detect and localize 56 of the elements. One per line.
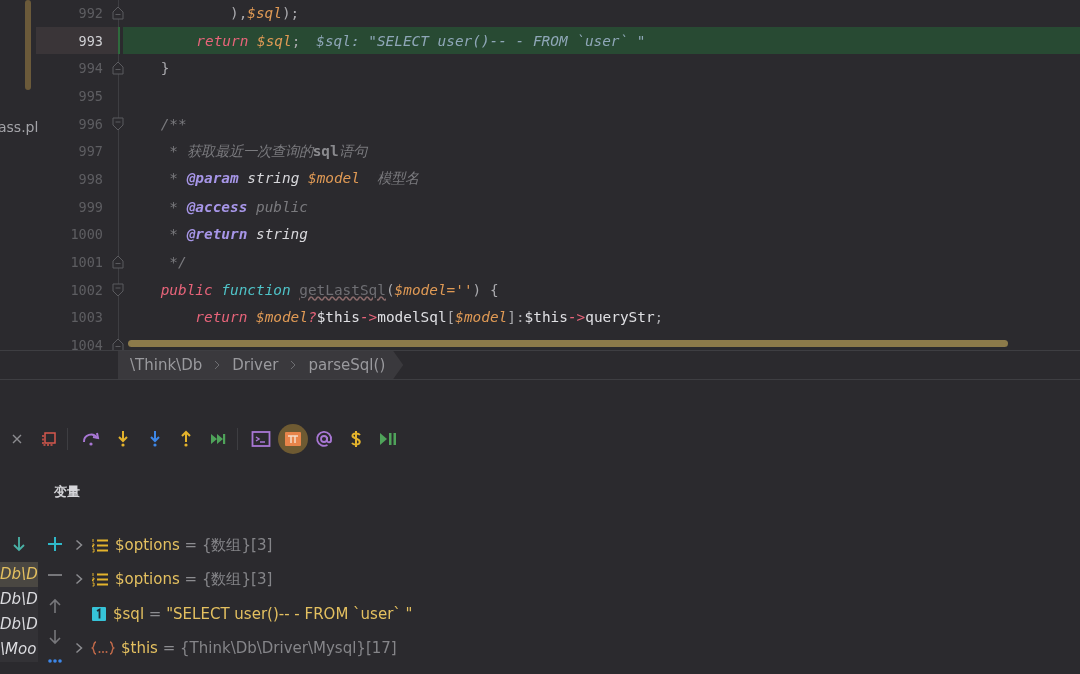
expand-chevron-icon[interactable]	[75, 642, 83, 655]
code-line: * @access public	[168, 198, 308, 215]
arrow-down-icon[interactable]	[12, 536, 26, 552]
pi-button[interactable]	[277, 424, 308, 454]
primitive-icon	[91, 605, 107, 622]
breadcrumb-item[interactable]: parseSql()	[308, 356, 386, 374]
code-line: return $sql;	[195, 32, 301, 49]
code-line: * 获取最近一次查询的sql语句	[168, 141, 367, 161]
fold-icon[interactable]	[112, 61, 124, 76]
scrollbar-thumb[interactable]	[25, 0, 31, 90]
variable-entry[interactable]: $this = {Think\Db\Driver\Mysql}[17]	[121, 639, 397, 658]
stack-frame[interactable]: \Moo	[0, 637, 38, 662]
chevron-icon	[214, 360, 221, 370]
breadcrumb-item[interactable]: \Think\Db	[130, 356, 203, 374]
fold-icon[interactable]	[112, 116, 124, 131]
pi-icon	[282, 430, 303, 448]
expand-chevron-icon[interactable]	[75, 539, 83, 552]
arrow-down-icon[interactable]	[48, 629, 62, 645]
scrollbar-thumb[interactable]	[128, 340, 1008, 347]
code-line: * @return string	[168, 226, 308, 243]
variable-entry[interactable]: $sql = "SELECT user()-- - FROM `user` "	[113, 604, 413, 623]
code-line: */	[168, 254, 187, 271]
variable-entry[interactable]: $options = {数组}[3]	[115, 569, 273, 589]
panel-title[interactable]: 变量	[54, 483, 80, 501]
fast-forward-icon	[209, 432, 228, 446]
dollar-icon	[348, 430, 363, 448]
fold-icon[interactable]	[112, 282, 124, 297]
fold-icon[interactable]	[112, 255, 124, 270]
layers-icon	[39, 430, 58, 448]
stack-frame[interactable]: Db\D	[0, 612, 38, 637]
expand-chevron-icon[interactable]	[75, 573, 83, 586]
arrow-up-icon[interactable]	[48, 598, 62, 614]
curved-arrow-icon	[81, 431, 102, 447]
stack-frame[interactable]: Db\D	[0, 562, 38, 587]
line-number: 993	[36, 26, 118, 55]
code-line: return $model?$this->modelSql[$model]:$this->queryStr;	[194, 309, 664, 326]
chevron-icon	[290, 360, 297, 370]
fold-icon[interactable]	[112, 338, 124, 350]
code-line: * @param string $model 模型名	[168, 169, 420, 189]
stack-frame[interactable]: Db\D	[0, 587, 38, 612]
play-pause-icon	[377, 432, 398, 446]
add-icon[interactable]	[47, 536, 63, 552]
code-line: }	[159, 60, 170, 77]
inline-value-hint: $sql: "SELECT user()-- - FROM `user` "	[316, 32, 646, 49]
code-line: public function getLastSql($model='') {	[159, 281, 499, 298]
list-icon	[91, 537, 109, 554]
more-icon[interactable]	[47, 658, 63, 664]
code-line: /**	[159, 115, 187, 132]
fold-icon[interactable]	[112, 5, 124, 20]
object-icon	[91, 640, 115, 657]
at-sign-icon	[315, 430, 334, 448]
variable-entry[interactable]: $options = {数组}[3]	[115, 535, 273, 555]
code-line: ),$sql);	[228, 4, 300, 21]
breadcrumb-item[interactable]: Driver	[232, 356, 279, 374]
terminal-icon	[250, 430, 271, 448]
list-icon	[91, 571, 109, 588]
